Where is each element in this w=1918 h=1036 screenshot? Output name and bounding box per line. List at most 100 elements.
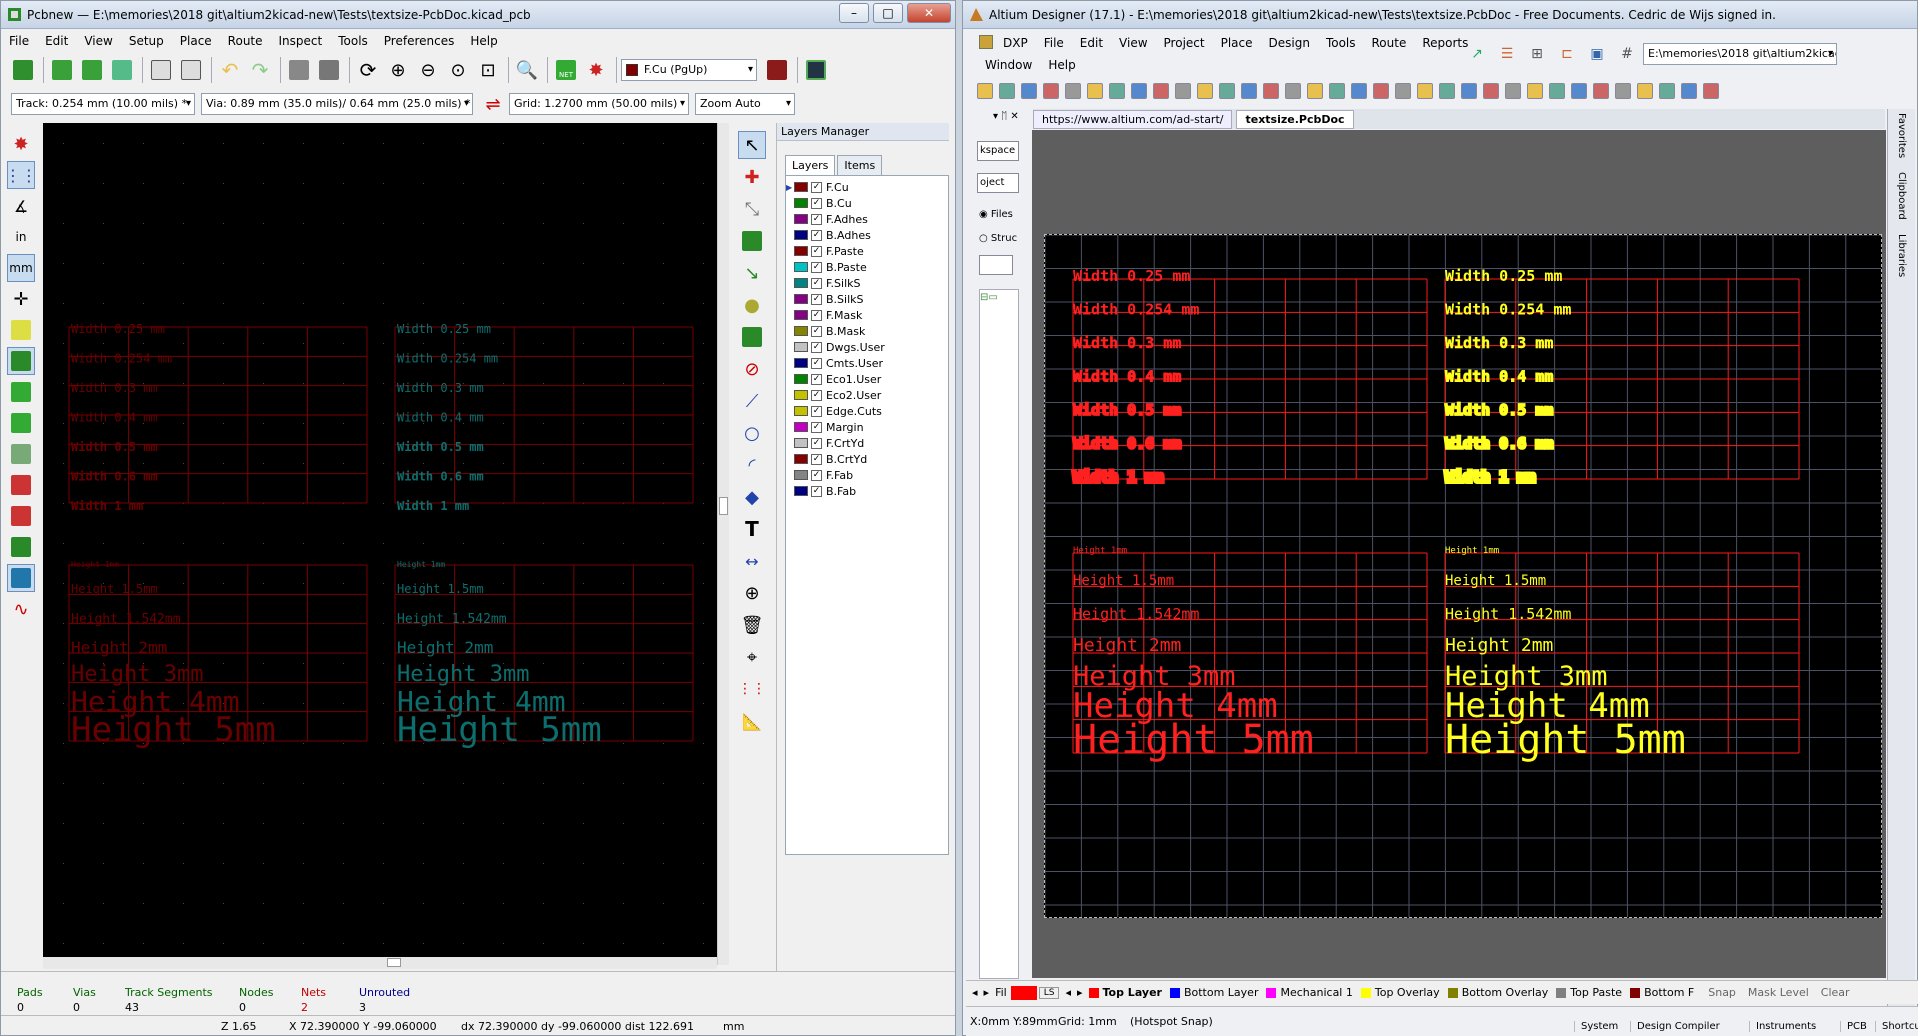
altium-menu-view[interactable]: View <box>1111 36 1155 50</box>
layer-visibility-checkbox[interactable]: ✓ <box>811 293 822 305</box>
layer-visibility-checkbox[interactable]: ✓ <box>811 437 822 449</box>
layer-row[interactable]: ✓ Margin <box>786 419 948 435</box>
track-width-combo[interactable]: Track: 0.254 mm (10.00 mils) * <box>11 93 195 115</box>
copy2-icon[interactable] <box>1285 83 1301 99</box>
menu-file[interactable]: File <box>1 34 37 48</box>
layer-color-swatch[interactable] <box>794 358 808 368</box>
menu-edit[interactable]: Edit <box>37 34 76 48</box>
redraw-icon[interactable]: ⟳ <box>354 56 382 84</box>
measure-icon[interactable]: 📐 <box>738 707 766 735</box>
favorites-panel-tab[interactable]: Favorites <box>1896 113 1907 158</box>
layer-color-swatch[interactable] <box>794 182 808 192</box>
cross-select-icon[interactable] <box>1417 83 1433 99</box>
add-line-icon[interactable]: ⟋ <box>738 387 766 415</box>
via-size-combo[interactable]: Via: 0.89 mm (35.0 mils)/ 0.64 mm (25.0 … <box>201 93 473 115</box>
scroll-thumb[interactable] <box>719 497 728 515</box>
layer-row[interactable]: ✓ B.Fab <box>786 483 948 499</box>
rubber-stamp-icon[interactable] <box>1329 83 1345 99</box>
altium-menu-project[interactable]: Project <box>1156 36 1213 50</box>
place-track-icon[interactable] <box>1483 83 1499 99</box>
auto-track-width-icon[interactable]: ⇌ <box>479 90 507 118</box>
layer-row[interactable]: ✓ Edge.Cuts <box>786 403 948 419</box>
layer-row[interactable]: ▶ ✓ F.Cu <box>786 179 948 195</box>
layer-color-swatch[interactable] <box>794 294 808 304</box>
struct-radio[interactable]: ○ Struc <box>979 233 1017 244</box>
microwave-icon[interactable] <box>7 502 35 530</box>
layer-color-swatch[interactable] <box>794 342 808 352</box>
layer-tab[interactable]: Bottom Layer <box>1169 986 1258 999</box>
add-circle-icon[interactable]: ○ <box>738 419 766 447</box>
ls-button[interactable]: LS <box>1038 986 1060 999</box>
layer-color-swatch[interactable] <box>794 198 808 208</box>
place-via-icon[interactable] <box>1549 83 1565 99</box>
plot-icon[interactable] <box>315 56 343 84</box>
via-sketch-icon[interactable] <box>7 409 35 437</box>
layer-tab[interactable]: Top Layer <box>1088 986 1162 999</box>
layer-visibility-checkbox[interactable]: ✓ <box>811 421 822 433</box>
layer-row[interactable]: ✓ F.Mask <box>786 307 948 323</box>
tab-ad-start[interactable]: https://www.altium.com/ad-start/ <box>1033 109 1233 129</box>
redo-icon[interactable] <box>1461 83 1477 99</box>
polar-coords-icon[interactable]: ∡ <box>7 192 35 220</box>
layer-visibility-checkbox[interactable]: ✓ <box>811 277 822 289</box>
zoom-selected-icon[interactable] <box>1219 83 1235 99</box>
grid-combo[interactable]: Grid: 1.2700 mm (50.00 mils) <box>509 93 689 115</box>
grid-icon[interactable]: # <box>1613 40 1641 68</box>
drc-off-icon[interactable]: ✸ <box>7 130 35 158</box>
project-tree[interactable]: ⊟▭ <box>979 289 1019 979</box>
scripting-console-icon[interactable] <box>802 56 830 84</box>
cursor-shape-icon[interactable]: ✛ <box>7 285 35 313</box>
layer-visibility-checkbox[interactable]: ✓ <box>811 453 822 465</box>
layer-color-swatch[interactable] <box>794 390 808 400</box>
room-icon[interactable]: ▣ <box>1583 40 1611 68</box>
paste2-icon[interactable] <box>1307 83 1323 99</box>
layer-color-swatch[interactable] <box>794 214 808 224</box>
layer-row[interactable]: ✓ Dwgs.User <box>786 339 948 355</box>
layer-row[interactable]: ✓ B.Mask <box>786 323 948 339</box>
layer-visibility-checkbox[interactable]: ✓ <box>811 261 822 273</box>
workspace-button[interactable]: kspace <box>977 141 1019 161</box>
delete-icon[interactable]: 🗑 <box>738 611 766 639</box>
altium-menu-file[interactable]: File <box>1036 36 1072 50</box>
layer-row[interactable]: ✓ Eco1.User <box>786 371 948 387</box>
zoom-selection-icon[interactable]: ⊡ <box>474 56 502 84</box>
erase-icon[interactable] <box>1703 83 1719 99</box>
menu-help[interactable]: Help <box>462 34 505 48</box>
layer-visibility-checkbox[interactable]: ✓ <box>811 469 822 481</box>
menu-setup[interactable]: Setup <box>121 34 172 48</box>
menu-inspect[interactable]: Inspect <box>271 34 331 48</box>
altium-menu-window[interactable]: Window <box>977 58 1040 72</box>
distribute-icon[interactable]: ⊏ <box>1553 40 1581 68</box>
altium-menu-route[interactable]: Route <box>1364 36 1415 50</box>
menu-place[interactable]: Place <box>172 34 220 48</box>
page-settings-icon[interactable] <box>147 56 175 84</box>
layer-visibility-checkbox[interactable]: ✓ <box>811 181 822 193</box>
layer-row[interactable]: ✓ B.Adhes <box>786 227 948 243</box>
layer-tab[interactable]: Bottom F <box>1630 986 1694 999</box>
clipboard-panel-tab[interactable]: Clipboard <box>1896 172 1907 220</box>
redo-icon[interactable]: ↷ <box>246 56 274 84</box>
layer-row[interactable]: ✓ B.SilkS <box>786 291 948 307</box>
menu-route[interactable]: Route <box>220 34 271 48</box>
interactive-routing-icon[interactable]: ↗ <box>1463 40 1491 68</box>
clear-button[interactable]: Clear <box>1821 986 1850 999</box>
layer-visibility-checkbox[interactable]: ✓ <box>811 485 822 497</box>
altium-menu-edit[interactable]: Edit <box>1072 36 1111 50</box>
library-icon[interactable] <box>177 56 205 84</box>
snap-button[interactable]: Snap <box>1708 986 1736 999</box>
layer-row[interactable]: ✓ B.CrtYd <box>786 451 948 467</box>
track-outline-icon[interactable] <box>7 378 35 406</box>
panel-button-pcb[interactable]: PCB <box>1840 1021 1873 1032</box>
layer-row[interactable]: ✓ Eco2.User <box>786 387 948 403</box>
panel-button-shortcuts[interactable]: Shortcuts <box>1875 1021 1918 1032</box>
cut-icon[interactable] <box>1109 83 1125 99</box>
cross-probe-icon[interactable] <box>1241 83 1257 99</box>
layer-visibility-checkbox[interactable]: ✓ <box>811 229 822 241</box>
ratsnest-icon[interactable] <box>7 316 35 344</box>
layer-visibility-checkbox[interactable]: ✓ <box>811 325 822 337</box>
folder-open-icon[interactable] <box>979 255 1013 275</box>
local-ratsnest-icon[interactable]: ⤡ <box>738 195 766 223</box>
place-net-line-icon[interactable] <box>1505 83 1521 99</box>
place-arc-icon[interactable] <box>1571 83 1587 99</box>
horizontal-scrollbar[interactable] <box>43 957 717 969</box>
